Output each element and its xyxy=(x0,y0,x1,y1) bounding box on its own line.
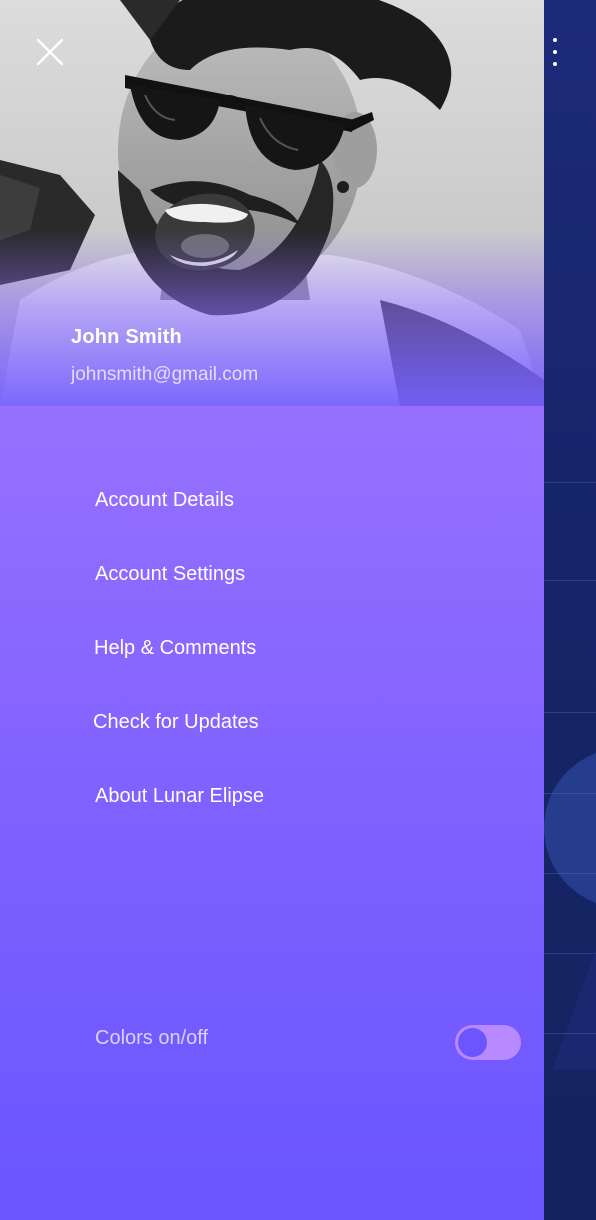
menu-item-help-comments[interactable]: Help & Comments xyxy=(94,637,256,660)
divider xyxy=(544,580,596,581)
background-app xyxy=(544,0,596,1220)
colors-toggle[interactable] xyxy=(455,1025,521,1060)
user-email: johnsmith@gmail.com xyxy=(71,364,259,385)
colors-toggle-label: Colors on/off xyxy=(95,1027,209,1049)
divider xyxy=(544,953,596,954)
background-shape xyxy=(552,950,596,1070)
user-name: John Smith xyxy=(71,326,182,348)
background-shape xyxy=(544,748,596,908)
toggle-knob xyxy=(458,1028,487,1057)
menu-item-about[interactable]: About Lunar Elipse xyxy=(95,785,264,808)
menu-item-check-updates[interactable]: Check for Updates xyxy=(93,711,259,734)
dot xyxy=(553,62,557,66)
close-icon xyxy=(36,38,64,66)
divider xyxy=(544,482,596,483)
menu-item-account-settings[interactable]: Account Settings xyxy=(95,563,245,586)
dot xyxy=(553,50,557,54)
divider xyxy=(544,793,596,794)
navigation-drawer: John Smith johnsmith@gmail.com Account D… xyxy=(0,0,544,1220)
more-vertical-icon[interactable] xyxy=(551,38,559,66)
divider xyxy=(544,1033,596,1034)
profile-header: John Smith johnsmith@gmail.com xyxy=(0,0,544,406)
divider xyxy=(544,873,596,874)
divider xyxy=(544,712,596,713)
menu-item-account-details[interactable]: Account Details xyxy=(95,489,234,512)
dot xyxy=(553,38,557,42)
app-screen: John Smith johnsmith@gmail.com Account D… xyxy=(0,0,596,1220)
close-button[interactable] xyxy=(33,35,67,69)
